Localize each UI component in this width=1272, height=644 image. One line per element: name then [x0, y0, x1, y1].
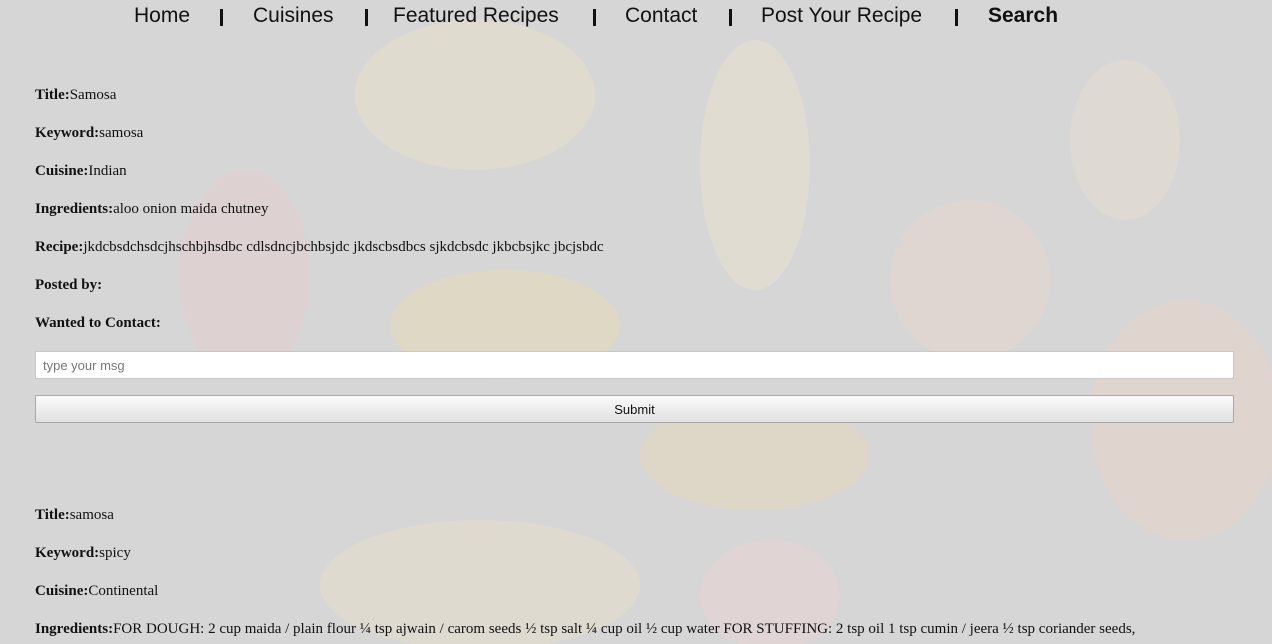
cuisine-label: Cuisine:: [35, 163, 89, 179]
keyword-value: spicy: [99, 545, 131, 561]
ingredients-label: Ingredients:: [35, 201, 114, 217]
nav-contact-link[interactable]: Contact: [625, 4, 697, 28]
nav-cuisines-link[interactable]: Cuisines: [253, 4, 334, 28]
recipe-cuisine: Cuisine:Continental: [35, 583, 158, 600]
recipe-ingredients: Ingredients:FOR DOUGH: 2 cup maida / pla…: [35, 621, 1135, 638]
cuisine-value: Indian: [88, 163, 127, 179]
nav-featured-recipes-link[interactable]: Featured Recipes: [393, 4, 559, 28]
wanted-to-contact: Wanted to Contact:: [35, 315, 161, 332]
recipe-instructions: Recipe:jkdcbsdchsdcjhschbjhsdbc cdlsdncj…: [35, 239, 604, 256]
ingredients-value: aloo onion maida chutney: [113, 201, 269, 217]
recipe-title: Title:samosa: [35, 507, 114, 524]
nav-separator: [220, 9, 223, 26]
recipe-title: Title:Samosa: [35, 87, 116, 104]
title-value: Samosa: [69, 87, 117, 103]
recipe-cuisine: Cuisine:Indian: [35, 163, 127, 180]
nav-separator: [365, 9, 368, 26]
keyword-label: Keyword:: [35, 125, 100, 141]
nav-home-link[interactable]: Home: [134, 4, 190, 28]
nav-search-link[interactable]: Search: [988, 4, 1058, 28]
nav-separator: [729, 9, 732, 26]
recipe-ingredients: Ingredients:aloo onion maida chutney: [35, 201, 268, 218]
cuisine-value: Continental: [88, 583, 159, 599]
title-value: samosa: [69, 507, 114, 523]
keyword-value: samosa: [99, 125, 144, 141]
nav-separator: [955, 9, 958, 26]
nav-post-recipe-link[interactable]: Post Your Recipe: [761, 4, 922, 28]
recipe-keyword: Keyword:samosa: [35, 125, 143, 142]
recipe-value: jkdcbsdchsdcjhschbjhsdbc cdlsdncjbchbsjd…: [83, 239, 604, 255]
posted-by-label: Posted by:: [35, 277, 103, 293]
keyword-label: Keyword:: [35, 545, 100, 561]
wanted-to-contact-label: Wanted to Contact:: [35, 315, 161, 331]
submit-button[interactable]: Submit: [35, 395, 1234, 423]
title-label: Title:: [35, 507, 70, 523]
cuisine-label: Cuisine:: [35, 583, 89, 599]
food-pattern-background: [0, 0, 1272, 644]
recipe-keyword: Keyword:spicy: [35, 545, 131, 562]
ingredients-value: FOR DOUGH: 2 cup maida / plain flour ¼ t…: [113, 621, 1136, 637]
nav-separator: [593, 9, 596, 26]
title-label: Title:: [35, 87, 70, 103]
message-input[interactable]: [35, 351, 1234, 379]
main-nav: Home Cuisines Featured Recipes Contact P…: [0, 0, 1272, 36]
ingredients-label: Ingredients:: [35, 621, 114, 637]
recipe-posted-by: Posted by:: [35, 277, 102, 294]
recipe-label: Recipe:: [35, 239, 84, 255]
